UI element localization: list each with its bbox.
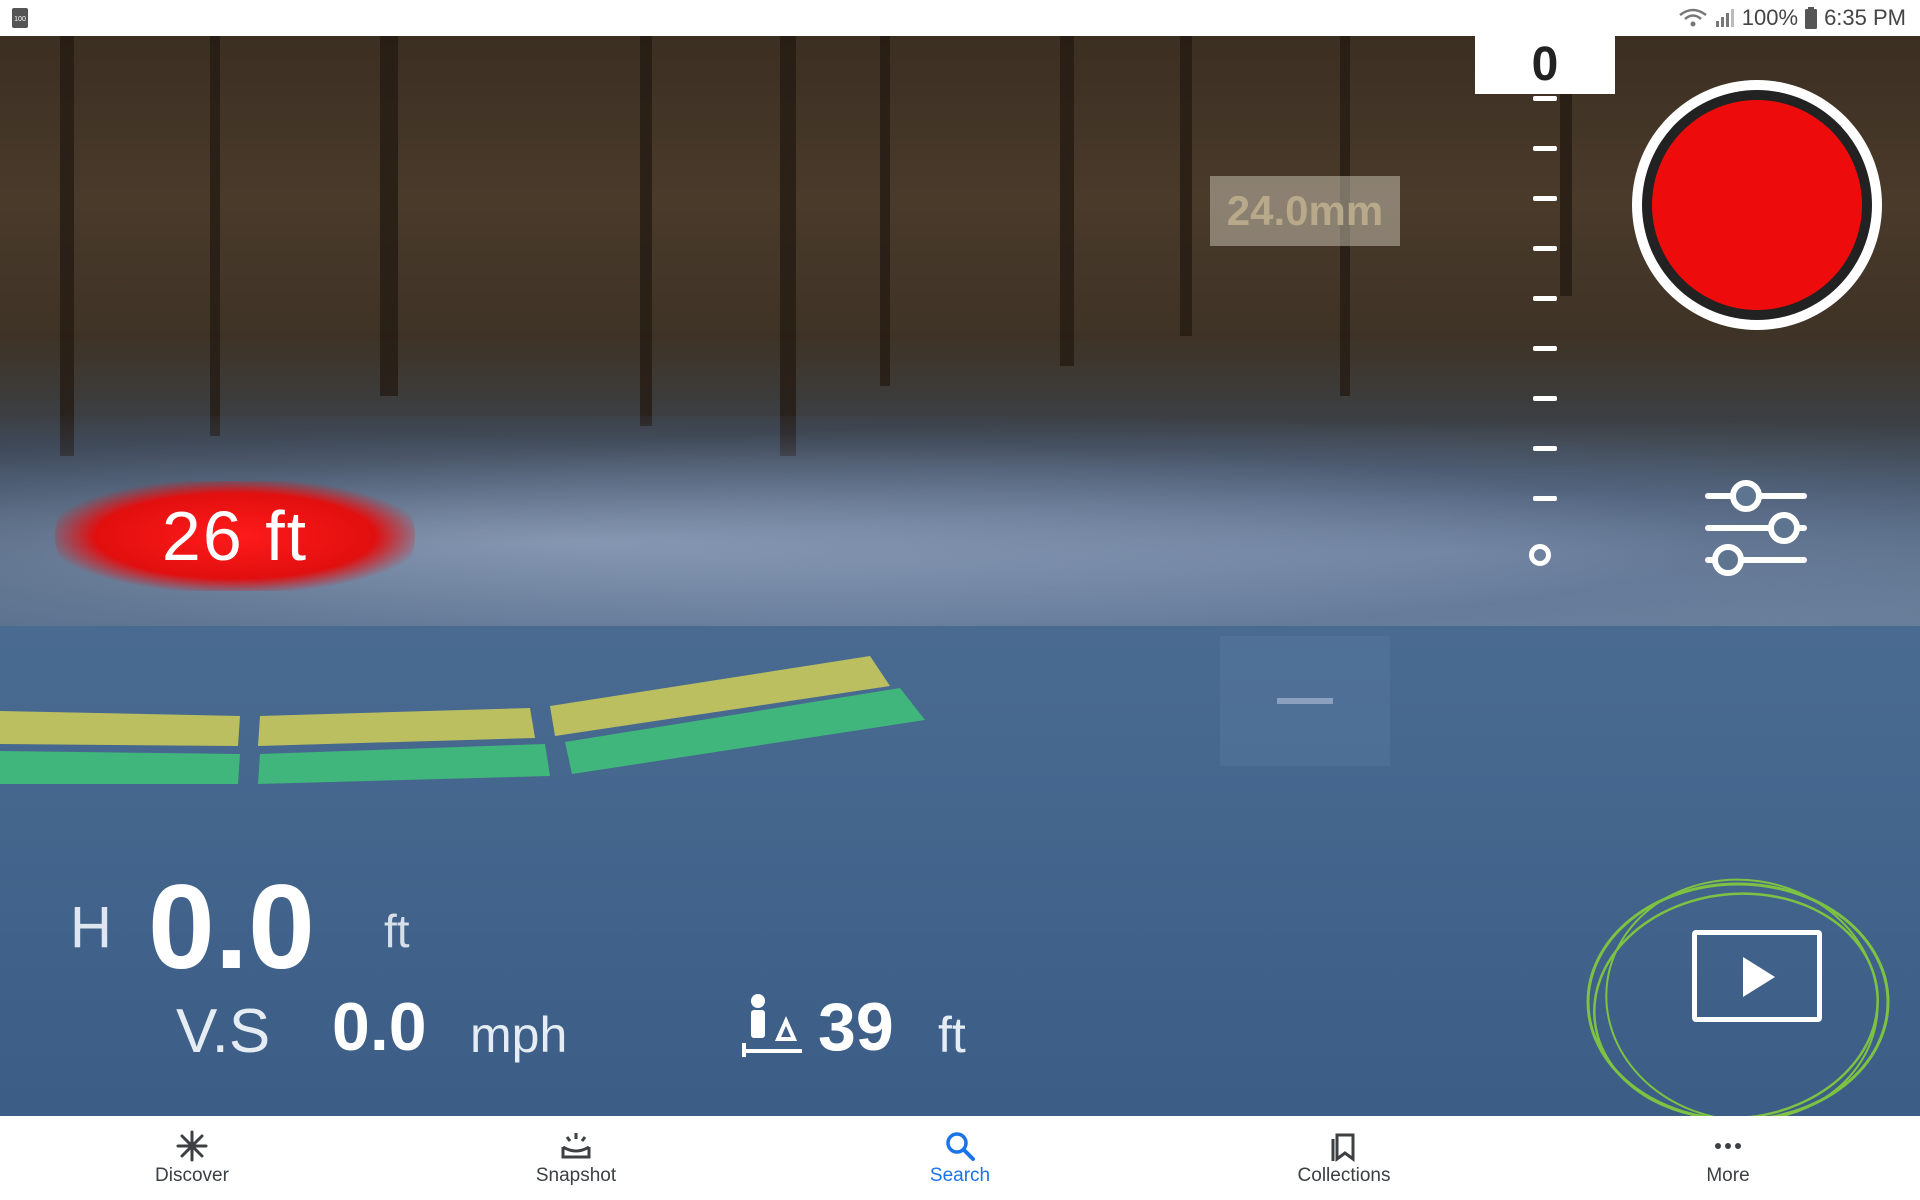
nav-more-label: More	[1706, 1165, 1750, 1186]
record-button[interactable]	[1632, 80, 1882, 330]
nav-discover[interactable]: Discover	[0, 1116, 384, 1200]
svg-text:100: 100	[14, 16, 26, 23]
status-bar: 100 100% 6:35 PM	[0, 0, 1920, 36]
more-icon	[1715, 1143, 1741, 1149]
signal-icon	[1715, 9, 1734, 27]
wifi-icon	[1679, 8, 1707, 27]
nav-snapshot[interactable]: Snapshot	[384, 1116, 768, 1200]
nav-more[interactable]: More	[1536, 1116, 1920, 1200]
highlight-circle-annotation	[1586, 878, 1890, 1116]
distance-value: 39	[818, 989, 894, 1065]
snapshot-icon	[561, 1133, 591, 1159]
vertical-speed-value: 0.0	[332, 989, 427, 1065]
asterisk-icon	[176, 1130, 208, 1162]
camera-feed[interactable]: 24.0mm 0 26 ft H 0.0 ft V.S 0.0 mph 39 f…	[0, 36, 1920, 1116]
collections-icon	[1331, 1133, 1355, 1162]
battery-percent: 100%	[1741, 5, 1799, 30]
distance-unit: ft	[938, 1007, 966, 1063]
settings-sliders-icon[interactable]	[1700, 476, 1810, 586]
altitude-slider-handle[interactable]	[1529, 544, 1551, 566]
search-icon	[946, 1132, 975, 1161]
nav-search-label: Search	[929, 1165, 991, 1186]
bottom-navigation: Discover Snapshot Search Collections Mor…	[0, 1116, 1920, 1200]
nav-discover-label: Discover	[155, 1165, 229, 1186]
joystick-hint	[1220, 636, 1390, 766]
height-label: H	[70, 895, 112, 960]
height-unit: ft	[384, 905, 410, 957]
focal-length-label: 24.0mm	[1210, 176, 1400, 246]
nav-collections[interactable]: Collections	[1152, 1116, 1536, 1200]
altitude-scale[interactable]: 0	[1475, 36, 1620, 596]
nav-search[interactable]: Search	[768, 1116, 1152, 1200]
vertical-speed-label: V.S	[176, 997, 271, 1066]
parking-guide-lines	[0, 656, 925, 784]
height-value: 0.0	[148, 860, 315, 994]
distance-person-icon	[742, 994, 802, 1057]
vertical-speed-unit: mph	[470, 1007, 568, 1063]
sd-card-icon: 100	[12, 8, 28, 28]
nav-collections-label: Collections	[1297, 1165, 1391, 1186]
nav-snapshot-label: Snapshot	[535, 1165, 617, 1186]
battery-icon	[1805, 7, 1818, 29]
obstacle-distance-badge: 26 ft	[55, 481, 415, 591]
clock: 6:35 PM	[1824, 5, 1906, 30]
altitude-scale-value: 0	[1475, 36, 1615, 94]
